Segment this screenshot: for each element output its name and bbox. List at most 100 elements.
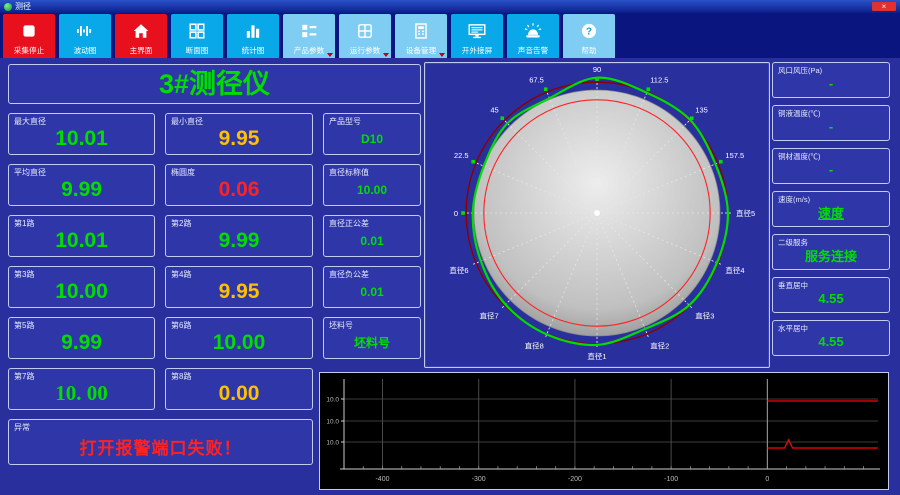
btn-main-screen[interactable]: 主界面 — [115, 14, 167, 59]
toolbar-button-label: 统计图 — [241, 46, 265, 55]
spoke-label: 直径4 — [725, 265, 744, 275]
btn-stats-chart[interactable]: 统计图 — [227, 14, 279, 59]
wave-icon — [75, 16, 95, 45]
tolerance-plus-value: 0.01 — [360, 233, 384, 248]
btn-run-params[interactable]: 运行参数 — [339, 14, 391, 59]
help-icon: ? — [580, 16, 598, 45]
copper-material-temp-card-value: - — [828, 162, 834, 177]
toolbar-button-label: 采集停止 — [13, 46, 45, 55]
min-diameter-value: 9.95 — [218, 126, 260, 150]
angle-marker — [500, 116, 505, 121]
btn-help[interactable]: ? 帮助 — [563, 14, 615, 59]
product-model-value: D10 — [360, 131, 383, 146]
run-params-icon — [356, 16, 374, 45]
center-hub — [594, 210, 600, 216]
ovality-value: 0.06 — [218, 177, 260, 201]
dropdown-arrow-icon — [383, 53, 389, 57]
btn-device-mgmt[interactable]: 设备管理 — [395, 14, 447, 59]
btn-external-screen[interactable]: 开外接屏 — [451, 14, 503, 59]
spoke-label: 0 — [454, 209, 458, 218]
home-icon — [132, 16, 150, 45]
exception-card: 异常 打开报警端口失败！ — [8, 419, 313, 465]
copper-material-temp-card: 铜材温度(℃) - — [772, 148, 890, 184]
secondary-service-card-value: 服务连接 — [804, 249, 857, 264]
product-params-icon — [300, 16, 318, 45]
toolbar-button-label: 设备管理 — [405, 46, 437, 55]
spoke-label: 直径5 — [736, 208, 755, 218]
svg-text:?: ? — [586, 26, 592, 37]
stop-icon — [20, 16, 38, 45]
spoke-label: 90 — [593, 65, 601, 74]
lower-trace — [767, 438, 878, 449]
diameter-trend-chart: 10.0 10.0 10.0 -400 -300 -200 -100 0 — [326, 379, 880, 483]
spoke-label: 直径6 — [449, 265, 468, 275]
nominal-diameter-value: 10.00 — [356, 182, 388, 197]
product-model-card: 产品型号 D10 — [323, 113, 421, 155]
btn-stop-acquisition[interactable]: 采集停止 — [3, 14, 55, 59]
channel-1-card: 第1路 10.01 — [8, 215, 155, 257]
angle-marker — [718, 159, 723, 164]
device-icon — [412, 16, 430, 45]
monitor-icon — [467, 16, 487, 45]
spoke-label: 直径8 — [525, 340, 544, 350]
y-tick-label: 10.0 — [326, 397, 339, 404]
channel-1-value: 10.01 — [55, 228, 108, 252]
avg-diameter-value: 9.99 — [61, 177, 102, 201]
copper-liquid-temp-card: 铜液温度(℃) - — [772, 105, 890, 141]
angle-marker — [471, 159, 476, 164]
horizontal-center-card: 水平居中 4.55 — [772, 320, 890, 356]
min-diameter-card: 最小直径 9.95 — [165, 113, 313, 155]
ovality-card: 椭圆度 0.06 — [165, 164, 313, 206]
btn-product-params[interactable]: 产品参数 — [283, 14, 335, 59]
y-tick-label: 10.0 — [326, 419, 339, 426]
channel-2-value: 9.99 — [218, 228, 260, 252]
channel-8-card: 第8路 0.00 — [165, 368, 313, 410]
max-diameter-value: 10.01 — [55, 126, 108, 150]
secondary-service-card: 二级服务 服务连接 — [772, 234, 890, 270]
billet-no-value: 坯料号 — [353, 336, 390, 350]
toolbar-button-label: 产品参数 — [293, 46, 325, 55]
channel-7-value: 10. 00 — [55, 381, 108, 405]
toolbar-button-label: 帮助 — [581, 46, 597, 55]
btn-section-chart[interactable]: 断面图 — [171, 14, 223, 59]
diameter-trend-chart-panel: 10.0 10.0 10.0 -400 -300 -200 -100 0 — [319, 372, 889, 490]
app-icon — [4, 2, 12, 11]
dropdown-arrow-icon — [327, 53, 333, 57]
section-icon — [188, 16, 206, 45]
gauge-title-card: 3#测径仪 — [8, 64, 421, 104]
close-button[interactable]: × — [872, 2, 896, 11]
x-tick-label: -100 — [664, 476, 678, 483]
dropdown-arrow-icon — [439, 53, 445, 57]
channel-6-value: 10.00 — [212, 330, 266, 354]
btn-wave-chart[interactable]: 波动图 — [59, 14, 111, 59]
alarm-icon — [523, 16, 543, 45]
title-bar: 测径 × — [0, 0, 900, 13]
btn-sound-alarm[interactable]: 声音告警 — [507, 14, 559, 59]
spoke-label: 直径7 — [480, 310, 499, 320]
channel-3-value: 10.00 — [55, 279, 108, 303]
toolbar-button-label: 断面图 — [185, 46, 209, 55]
spoke-label: 直径1 — [587, 351, 606, 361]
horizontal-center-card-value: 4.55 — [818, 334, 844, 349]
spoke-label: 22.5 — [454, 151, 469, 160]
window-title: 测径 — [15, 1, 31, 11]
angle-marker — [461, 211, 465, 215]
vertical-center-card: 垂直居中 4.55 — [772, 277, 890, 313]
spoke-label: 67.5 — [529, 76, 544, 85]
channel-5-value: 9.99 — [61, 330, 102, 354]
channel-4-card: 第4路 9.95 — [165, 266, 313, 308]
right-panel: 风口风压(Pa) - 铜液温度(℃) - 铜材温度(℃) - 速度(m/s) 速度 二级服务 服务… — [772, 62, 890, 356]
toolbar-button-label: 声音告警 — [517, 46, 549, 55]
spoke-label: 157.5 — [725, 151, 744, 160]
spoke-label: 直径3 — [695, 310, 714, 320]
tolerance-minus-card: 直径负公差 0.01 — [323, 266, 421, 308]
tolerance-plus-card: 直径正公差 0.01 — [323, 215, 421, 257]
channel-3-card: 第3路 10.00 — [8, 266, 155, 308]
tolerance-minus-value: 0.01 — [360, 284, 384, 299]
toolbar-button-label: 运行参数 — [349, 46, 381, 55]
toolbar-button-label: 开外接屏 — [461, 46, 493, 55]
channel-2-card: 第2路 9.99 — [165, 215, 313, 257]
spoke-label: 45 — [490, 106, 498, 115]
speed-card-value: 速度 — [817, 206, 844, 221]
cross-section-chart: 0 22.5 45 67.5 90 112.5 135 157.5 直径5 直径4 直径3 直径2 直径… — [449, 65, 755, 361]
